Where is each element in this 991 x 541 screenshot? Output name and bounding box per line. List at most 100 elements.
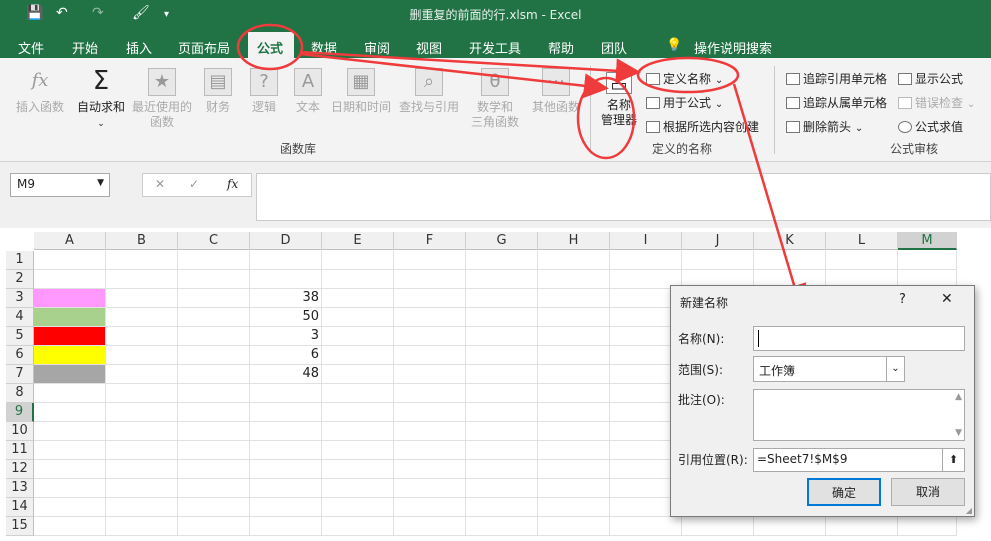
remove-arrows-button[interactable]: 删除箭头 ⌄	[786, 118, 863, 135]
cell-b11[interactable]	[106, 441, 178, 460]
cell-h14[interactable]	[538, 498, 610, 517]
cell-c5[interactable]	[178, 327, 250, 346]
cell-e13[interactable]	[322, 479, 394, 498]
column-header-k[interactable]: K	[754, 232, 826, 250]
ok-button[interactable]: 确定	[807, 478, 881, 506]
evaluate-formula-button[interactable]: 公式求值	[898, 118, 963, 135]
cell-b14[interactable]	[106, 498, 178, 517]
column-header-j[interactable]: J	[682, 232, 754, 250]
cell-h10[interactable]	[538, 422, 610, 441]
autosum-button[interactable]: Σ 自动求和 ⌄	[74, 68, 128, 132]
tab-home[interactable]: 开始	[72, 38, 98, 57]
cell-c6[interactable]	[178, 346, 250, 365]
row-header-11[interactable]: 11	[6, 441, 34, 460]
cell-a6[interactable]	[34, 346, 106, 365]
cell-g10[interactable]	[466, 422, 538, 441]
cell-h4[interactable]	[538, 308, 610, 327]
cell-h2[interactable]	[538, 270, 610, 289]
cell-g7[interactable]	[466, 365, 538, 384]
cell-a8[interactable]	[34, 384, 106, 403]
cell-a13[interactable]	[34, 479, 106, 498]
enter-icon[interactable]: ✓	[189, 177, 199, 191]
resize-grip-icon[interactable]: ◢	[966, 506, 972, 515]
math-trig-button[interactable]: θ 数学和 三角函数	[462, 68, 528, 130]
cell-a10[interactable]	[34, 422, 106, 441]
cell-f14[interactable]	[394, 498, 466, 517]
chevron-down-icon[interactable]: ⌄	[886, 357, 904, 381]
column-header-f[interactable]: F	[394, 232, 466, 250]
text-functions-button[interactable]: A 文本	[288, 68, 328, 115]
column-header-a[interactable]: A	[34, 232, 106, 250]
lookup-reference-button[interactable]: ⌕ 查找与引用	[396, 68, 462, 115]
cell-a1[interactable]	[34, 251, 106, 270]
row-header-13[interactable]: 13	[6, 479, 34, 498]
error-checking-button[interactable]: 错误检查 ⌄	[898, 94, 975, 111]
recent-functions-button[interactable]: ★ 最近使用的 函数	[130, 68, 194, 130]
cell-d14[interactable]	[250, 498, 322, 517]
cell-f10[interactable]	[394, 422, 466, 441]
cell-a12[interactable]	[34, 460, 106, 479]
row-header-7[interactable]: 7	[6, 365, 34, 384]
row-header-15[interactable]: 15	[6, 517, 34, 536]
row-header-2[interactable]: 2	[6, 270, 34, 289]
row-header-9[interactable]: 9	[6, 403, 34, 422]
cell-m15[interactable]	[898, 517, 957, 536]
cell-c1[interactable]	[178, 251, 250, 270]
cell-c13[interactable]	[178, 479, 250, 498]
name-box-dropdown-icon[interactable]: ▼	[97, 178, 104, 188]
cell-f2[interactable]	[394, 270, 466, 289]
tab-team[interactable]: 团队	[601, 38, 627, 57]
cancel-button[interactable]: 取消	[891, 478, 965, 506]
cell-g4[interactable]	[466, 308, 538, 327]
cell-k1[interactable]	[754, 251, 826, 270]
cell-f11[interactable]	[394, 441, 466, 460]
cell-c3[interactable]	[178, 289, 250, 308]
scroll-down-icon[interactable]: ▼	[955, 428, 962, 438]
cell-h7[interactable]	[538, 365, 610, 384]
scope-select[interactable]: 工作簿 ⌄	[753, 356, 905, 382]
cell-a7[interactable]	[34, 365, 106, 384]
create-from-selection-button[interactable]: 根据所选内容创建	[646, 118, 759, 135]
cell-f6[interactable]	[394, 346, 466, 365]
financial-button[interactable]: ▤ 财务	[198, 68, 238, 115]
cell-f8[interactable]	[394, 384, 466, 403]
cell-b6[interactable]	[106, 346, 178, 365]
tab-insert[interactable]: 插入	[126, 38, 152, 57]
cell-e6[interactable]	[322, 346, 394, 365]
cell-j1[interactable]	[682, 251, 754, 270]
cell-d8[interactable]	[250, 384, 322, 403]
tab-page-layout[interactable]: 页面布局	[178, 38, 230, 57]
cell-f9[interactable]	[394, 403, 466, 422]
cell-a3[interactable]	[34, 289, 106, 308]
cell-g5[interactable]	[466, 327, 538, 346]
row-header-5[interactable]: 5	[6, 327, 34, 346]
cell-d15[interactable]	[250, 517, 322, 536]
cell-b9[interactable]	[106, 403, 178, 422]
trace-precedents-button[interactable]: 追踪引用单元格	[786, 70, 887, 87]
cell-c9[interactable]	[178, 403, 250, 422]
cell-l15[interactable]	[826, 517, 898, 536]
comment-textarea[interactable]: ▲ ▼	[753, 389, 965, 441]
row-header-10[interactable]: 10	[6, 422, 34, 441]
cell-b5[interactable]	[106, 327, 178, 346]
cell-e4[interactable]	[322, 308, 394, 327]
cell-f7[interactable]	[394, 365, 466, 384]
cell-d13[interactable]	[250, 479, 322, 498]
row-header-4[interactable]: 4	[6, 308, 34, 327]
tab-file[interactable]: 文件	[18, 38, 44, 57]
cell-e12[interactable]	[322, 460, 394, 479]
cell-e10[interactable]	[322, 422, 394, 441]
cell-e2[interactable]	[322, 270, 394, 289]
trace-dependents-button[interactable]: 追踪从属单元格	[786, 94, 887, 111]
cell-d11[interactable]	[250, 441, 322, 460]
row-header-6[interactable]: 6	[6, 346, 34, 365]
row-header-3[interactable]: 3	[6, 289, 34, 308]
cell-e11[interactable]	[322, 441, 394, 460]
cell-d7[interactable]: 48	[250, 365, 322, 384]
cell-a15[interactable]	[34, 517, 106, 536]
cell-b13[interactable]	[106, 479, 178, 498]
formula-input[interactable]	[256, 173, 991, 221]
cell-h1[interactable]	[538, 251, 610, 270]
column-header-m[interactable]: M	[898, 232, 957, 250]
column-header-h[interactable]: H	[538, 232, 610, 250]
